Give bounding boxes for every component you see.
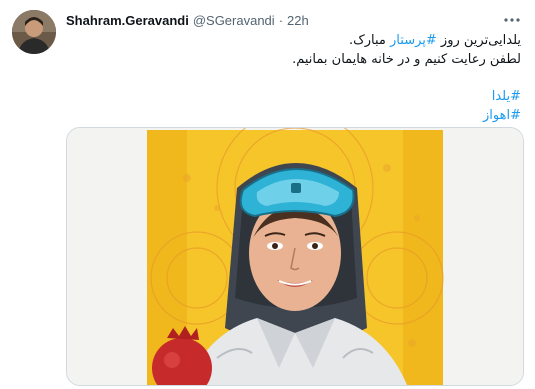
tweet-media-image[interactable] — [66, 127, 524, 386]
hashtag-yalda[interactable]: #یلدا — [66, 87, 521, 106]
text-segment: یلدایی‌ترین روز — [436, 33, 521, 48]
author-name[interactable]: Shahram.Geravandi — [66, 13, 189, 28]
tweet-header: Shahram.Geravandi @SGeravandi · 22h — [66, 11, 309, 29]
author-handle[interactable]: @SGeravandi — [193, 13, 275, 28]
hashtag-ahvaz[interactable]: #اهواز — [66, 106, 521, 125]
illustration-image — [67, 128, 523, 385]
more-horizontal-icon — [504, 18, 520, 22]
tweet-line-1: یلدایی‌ترین روز #پرستار مبارک. — [66, 31, 521, 50]
more-options-button[interactable] — [503, 11, 521, 29]
separator-dot: · — [278, 12, 284, 28]
text-segment: مبارک. — [349, 33, 391, 48]
hashtag-nurse[interactable]: #پرستار — [390, 33, 437, 48]
tweet-line-2: لطفن رعایت کنیم و در خانه هایمان بمانیم. — [292, 52, 521, 67]
avatar-photo-icon — [12, 10, 56, 54]
tweet-card[interactable]: Shahram.Geravandi @SGeravandi · 22h یلدا… — [0, 0, 535, 389]
author-avatar[interactable] — [12, 10, 56, 54]
tweet-text: یلدایی‌ترین روز #پرستار مبارک. لطفن رعای… — [66, 31, 521, 125]
tweet-timestamp[interactable]: 22h — [287, 13, 309, 28]
